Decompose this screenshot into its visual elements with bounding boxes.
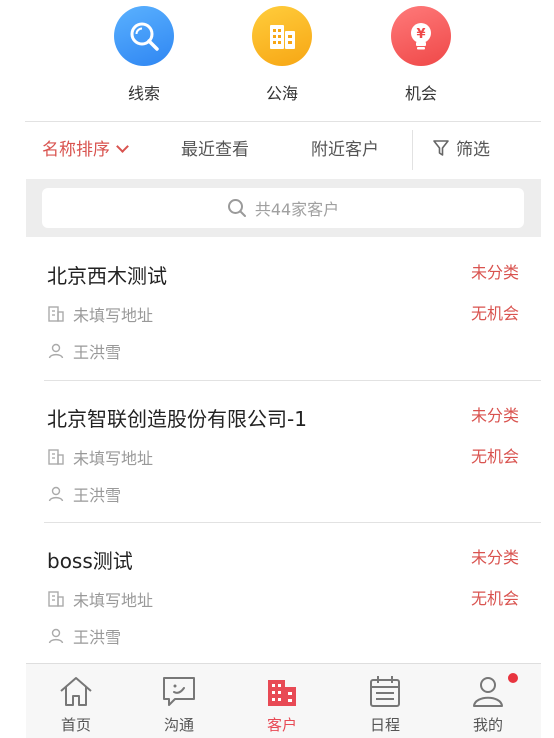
nearby-customers-button[interactable]: 附近客户 [311,122,379,179]
tab-me[interactable]: 我的 [448,664,528,738]
building-outline-icon [48,449,64,465]
customer-list-item[interactable]: boss测试 未填写地址 王洪雪 未分类 无机会 [26,523,541,665]
quick-action-label: 机会 [404,84,437,103]
tab-label: 首页 [60,716,91,734]
calendar-icon [370,676,400,707]
quick-action-public-pool[interactable]: 公海 [242,6,322,104]
quick-action-label: 线索 [127,84,160,103]
search-icon [114,6,174,66]
building-icon [252,6,312,66]
category-tag: 未分类 [470,406,519,425]
search-icon [227,199,246,217]
address-text: 未填写地址 [73,591,154,610]
bulb-yuan-icon: ¥ [391,6,451,66]
tab-label: 客户 [266,716,297,734]
customer-name: 北京智联创造股份有限公司-1 [47,407,307,431]
tab-schedule[interactable]: 日程 [345,664,425,738]
opportunity-tag: 无机会 [470,447,519,466]
person-icon [48,628,64,644]
customer-list-item[interactable]: 北京西木测试 未填写地址 王洪雪 未分类 无机会 [26,238,541,380]
tab-chat[interactable]: 沟通 [139,664,219,738]
opportunity-tag: 无机会 [470,589,519,608]
customer-list-item[interactable]: 北京智联创造股份有限公司-1 未填写地址 王洪雪 未分类 无机会 [26,381,541,523]
svg-text:¥: ¥ [416,27,425,42]
category-tag: 未分类 [470,263,519,282]
building-outline-icon [48,306,64,322]
recent-viewed-button[interactable]: 最近查看 [181,122,249,179]
owner-text: 王洪雪 [73,628,122,647]
customer-name: boss测试 [47,549,133,573]
tab-label: 沟通 [163,716,194,734]
quick-action-leads[interactable]: 线索 [104,6,184,104]
person-icon [48,486,64,502]
filter-button[interactable]: 筛选 [432,122,490,179]
sort-by-name-button[interactable]: 名称排序 [42,122,129,179]
owner-text: 王洪雪 [73,343,122,362]
customer-owner: 王洪雪 [47,339,121,363]
quick-action-label: 公海 [265,84,298,103]
person-icon [48,343,64,359]
customer-address: 未填写地址 [47,302,153,326]
address-text: 未填写地址 [73,449,154,468]
bottom-tab-bar: 首页 沟通 客户 日程 我的 [26,663,541,738]
building-outline-icon [48,591,64,607]
category-tag: 未分类 [470,548,519,567]
search-area: 共44家客户 [26,179,541,237]
home-icon [60,677,92,706]
owner-text: 王洪雪 [73,486,122,505]
customer-building-icon [268,680,296,706]
tab-home[interactable]: 首页 [36,664,116,738]
customer-address: 未填写地址 [47,445,153,469]
user-icon [473,677,503,707]
search-input[interactable]: 共44家客户 [42,188,524,228]
customer-owner: 王洪雪 [47,482,121,506]
sort-label: 名称排序 [42,140,110,160]
customer-name: 北京西木测试 [47,264,167,288]
divider [412,130,413,170]
filter-bar: 名称排序 最近查看 附近客户 筛选 [26,122,541,179]
quick-actions: 线索 公海 ¥ 机会 [26,0,541,121]
search-placeholder: 共44家客户 [254,200,340,219]
address-text: 未填写地址 [73,306,154,325]
customer-address: 未填写地址 [47,587,153,611]
chat-icon [163,677,195,706]
customer-owner: 王洪雪 [47,624,121,648]
tab-label: 我的 [472,716,503,734]
chevron-down-icon [116,140,129,153]
filter-label: 筛选 [456,140,490,160]
tab-label: 日程 [369,716,400,734]
filter-icon [433,140,449,156]
opportunity-tag: 无机会 [470,304,519,323]
tab-customers[interactable]: 客户 [242,664,322,738]
notification-badge [508,673,518,683]
quick-action-opportunities[interactable]: ¥ 机会 [381,6,461,104]
